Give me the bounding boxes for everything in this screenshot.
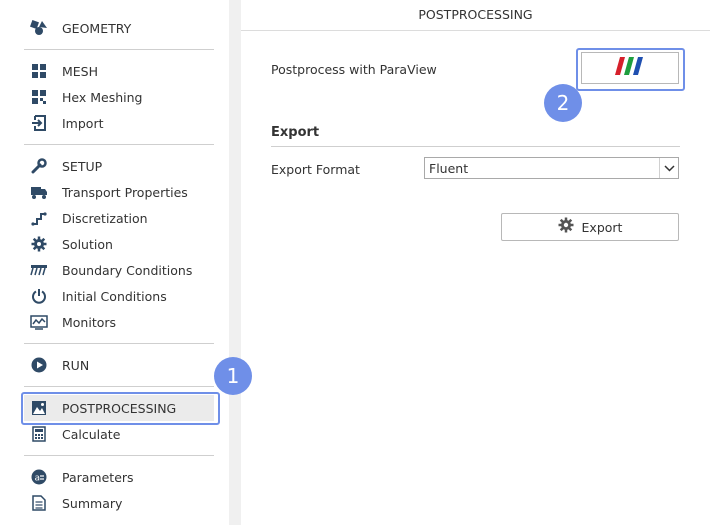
sidebar-item-label: Transport Properties [62,184,188,200]
sidebar-item-label: Boundary Conditions [62,262,193,278]
chevron-down-icon[interactable] [659,158,678,178]
sidebar-item-parameters[interactable]: a Parameters [24,464,214,490]
play-icon [30,356,48,374]
sidebar-item-setup[interactable]: SETUP [24,153,214,179]
hex-meshing-icon [30,88,48,106]
sidebar-item-label: Hex Meshing [62,89,143,105]
divider [24,343,214,344]
export-section-header: Export [271,125,320,140]
power-icon [30,287,48,305]
divider [24,49,214,50]
sidebar-item-mesh[interactable]: MESH [24,58,214,84]
discretization-icon [30,209,48,227]
truck-icon [30,183,48,201]
sidebar-item-label: Initial Conditions [62,288,167,304]
sidebar-item-label: RUN [62,357,90,373]
sidebar-item-initial-conditions[interactable]: Initial Conditions [24,283,214,309]
svg-text:a: a [35,474,41,484]
sidebar-item-summary[interactable]: Summary [24,490,214,516]
divider [24,144,214,145]
sidebar-item-label: Import [62,115,104,131]
sidebar-item-boundary-conditions[interactable]: Boundary Conditions [24,257,214,283]
import-icon [30,114,48,132]
sidebar-item-monitors[interactable]: Monitors [24,309,214,335]
sidebar-item-run[interactable]: RUN [24,352,214,378]
paraview-label: Postprocess with ParaView [271,62,437,77]
step-badge-1: 1 [214,357,252,395]
sidebar-item-label: SETUP [62,158,103,174]
highlight-postprocessing [21,392,220,425]
export-format-select[interactable]: Fluent [424,157,679,179]
sidebar-item-label: Solution [62,236,113,252]
gear-icon [558,217,574,237]
sidebar-item-label: Calculate [62,426,121,442]
divider [24,386,214,387]
sidebar-item-label: Monitors [62,314,117,330]
sidebar-item-solution[interactable]: Solution [24,231,214,257]
gear-icon [30,235,48,253]
sidebar-item-label: MESH [62,63,99,79]
sidebar-item-label: Summary [62,495,123,511]
export-format-label: Export Format [271,162,360,177]
divider [24,455,214,456]
mesh-icon [30,62,48,80]
sidebar-item-label: Parameters [62,469,134,485]
sidebar-item-import[interactable]: Import [24,110,214,136]
sidebar-item-label: GEOMETRY [62,20,132,36]
document-icon [30,494,48,512]
step-badge-2: 2 [544,84,582,122]
export-button[interactable]: Export [501,213,679,241]
sidebar-item-geometry[interactable]: GEOMETRY [24,15,214,41]
wrench-icon [30,157,48,175]
sidebar-splitter[interactable] [229,0,241,525]
calculator-icon [30,425,48,443]
sidebar: GEOMETRY MESH Hex Meshing Import SETUP T… [0,0,229,525]
sidebar-item-label: Discretization [62,210,148,226]
parameters-icon: a [30,468,48,486]
section-divider [271,146,680,147]
export-format-value: Fluent [429,160,469,176]
panel-title: POSTPROCESSING [241,0,710,31]
highlight-paraview [576,48,685,91]
geometry-icon [30,19,48,37]
sidebar-item-discretization[interactable]: Discretization [24,205,214,231]
monitor-icon [30,313,48,331]
boundary-icon [30,261,48,279]
export-button-label: Export [581,219,623,235]
sidebar-item-transport-properties[interactable]: Transport Properties [24,179,214,205]
sidebar-item-hex-meshing[interactable]: Hex Meshing [24,84,214,110]
